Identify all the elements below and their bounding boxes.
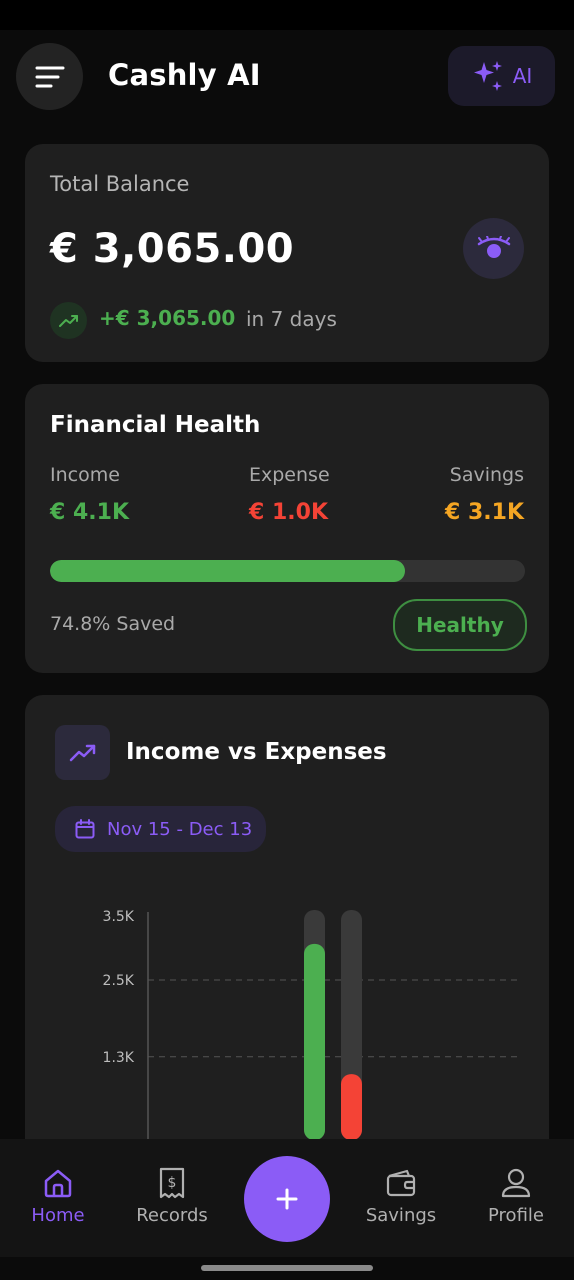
savings-value: € 3.1K (445, 500, 524, 525)
y-tick-label: 3.5K (103, 909, 135, 925)
balance-change: +€ 3,065.00 (99, 306, 236, 330)
toggle-visibility-button[interactable] (463, 218, 524, 279)
gesture-bar-area (0, 1257, 574, 1280)
income-label: Income (50, 464, 120, 486)
menu-icon (35, 66, 64, 87)
chart-icon-box (55, 725, 110, 780)
ai-assistant-button[interactable]: AI (448, 46, 555, 106)
eye-icon (477, 235, 510, 258)
chart-title: Income vs Expenses (126, 739, 387, 765)
status-bar (0, 0, 574, 30)
nav-records-label: Records (136, 1205, 208, 1226)
add-transaction-button[interactable] (244, 1156, 330, 1242)
balance-card: Total Balance € 3,065.00 +€ 3,065.00 in … (25, 144, 549, 362)
balance-amount: € 3,065.00 (50, 226, 295, 272)
expense-label: Expense (249, 464, 330, 486)
ai-label: AI (512, 64, 533, 88)
balance-label: Total Balance (50, 172, 190, 196)
nav-profile[interactable]: Profile (466, 1167, 566, 1226)
nav-home[interactable]: Home (8, 1167, 108, 1226)
wallet-icon (386, 1169, 416, 1197)
financial-health-title: Financial Health (50, 412, 261, 438)
nav-savings-label: Savings (365, 1205, 437, 1226)
nav-profile-label: Profile (488, 1205, 544, 1226)
income-expense-chart: 3.5K2.5K1.3KDecember (103, 909, 518, 1165)
savings-progress-fill (50, 560, 406, 582)
income-stat: Income € 4.1K (50, 464, 129, 525)
income-value: € 4.1K (50, 500, 129, 525)
income-expense-card: Income vs Expenses Nov 15 - Dec 13 3.5K 2… (25, 695, 549, 1165)
sparkles-icon (473, 61, 502, 91)
expense-value: € 1.0K (249, 500, 328, 525)
home-icon (44, 1169, 72, 1198)
profile-icon (501, 1168, 531, 1198)
menu-button[interactable] (16, 43, 83, 110)
date-range-label: Nov 15 - Dec 13 (107, 818, 253, 840)
trend-up-chip (50, 302, 87, 339)
expense-stat: Expense € 1.0K (249, 464, 330, 525)
bar (341, 1074, 362, 1140)
bar (304, 943, 325, 1140)
nav-savings[interactable]: Savings (351, 1167, 451, 1226)
plus-icon (276, 1188, 298, 1210)
financial-health-card: Financial Health Income € 4.1K Expense €… (25, 384, 549, 673)
date-range-selector[interactable]: Nov 15 - Dec 13 (55, 806, 266, 852)
saved-percentage: 74.8% Saved (50, 613, 176, 635)
home-gesture-pill[interactable] (201, 1265, 373, 1271)
health-status-badge: Healthy (393, 599, 527, 651)
savings-stat: Savings € 3.1K (445, 464, 524, 525)
trending-up-icon (58, 314, 78, 327)
app-title: Cashly AI (108, 58, 261, 92)
trending-up-icon (69, 744, 95, 761)
calendar-icon (75, 819, 95, 839)
svg-text:$: $ (168, 1175, 177, 1191)
savings-progress-bar (50, 560, 525, 582)
y-tick-label: 2.5K (103, 973, 135, 989)
bottom-navigation: Home $ Records Savings Profile (0, 1139, 574, 1257)
receipt-icon: $ (159, 1167, 185, 1199)
nav-home-label: Home (31, 1205, 85, 1226)
nav-records[interactable]: $ Records (122, 1167, 222, 1226)
savings-label: Savings (449, 464, 524, 486)
y-tick-label: 1.3K (103, 1050, 135, 1066)
app-screen: Cashly AI AI Total Balance € 3,065.00 +€… (0, 30, 574, 1280)
balance-period: in 7 days (246, 307, 337, 331)
